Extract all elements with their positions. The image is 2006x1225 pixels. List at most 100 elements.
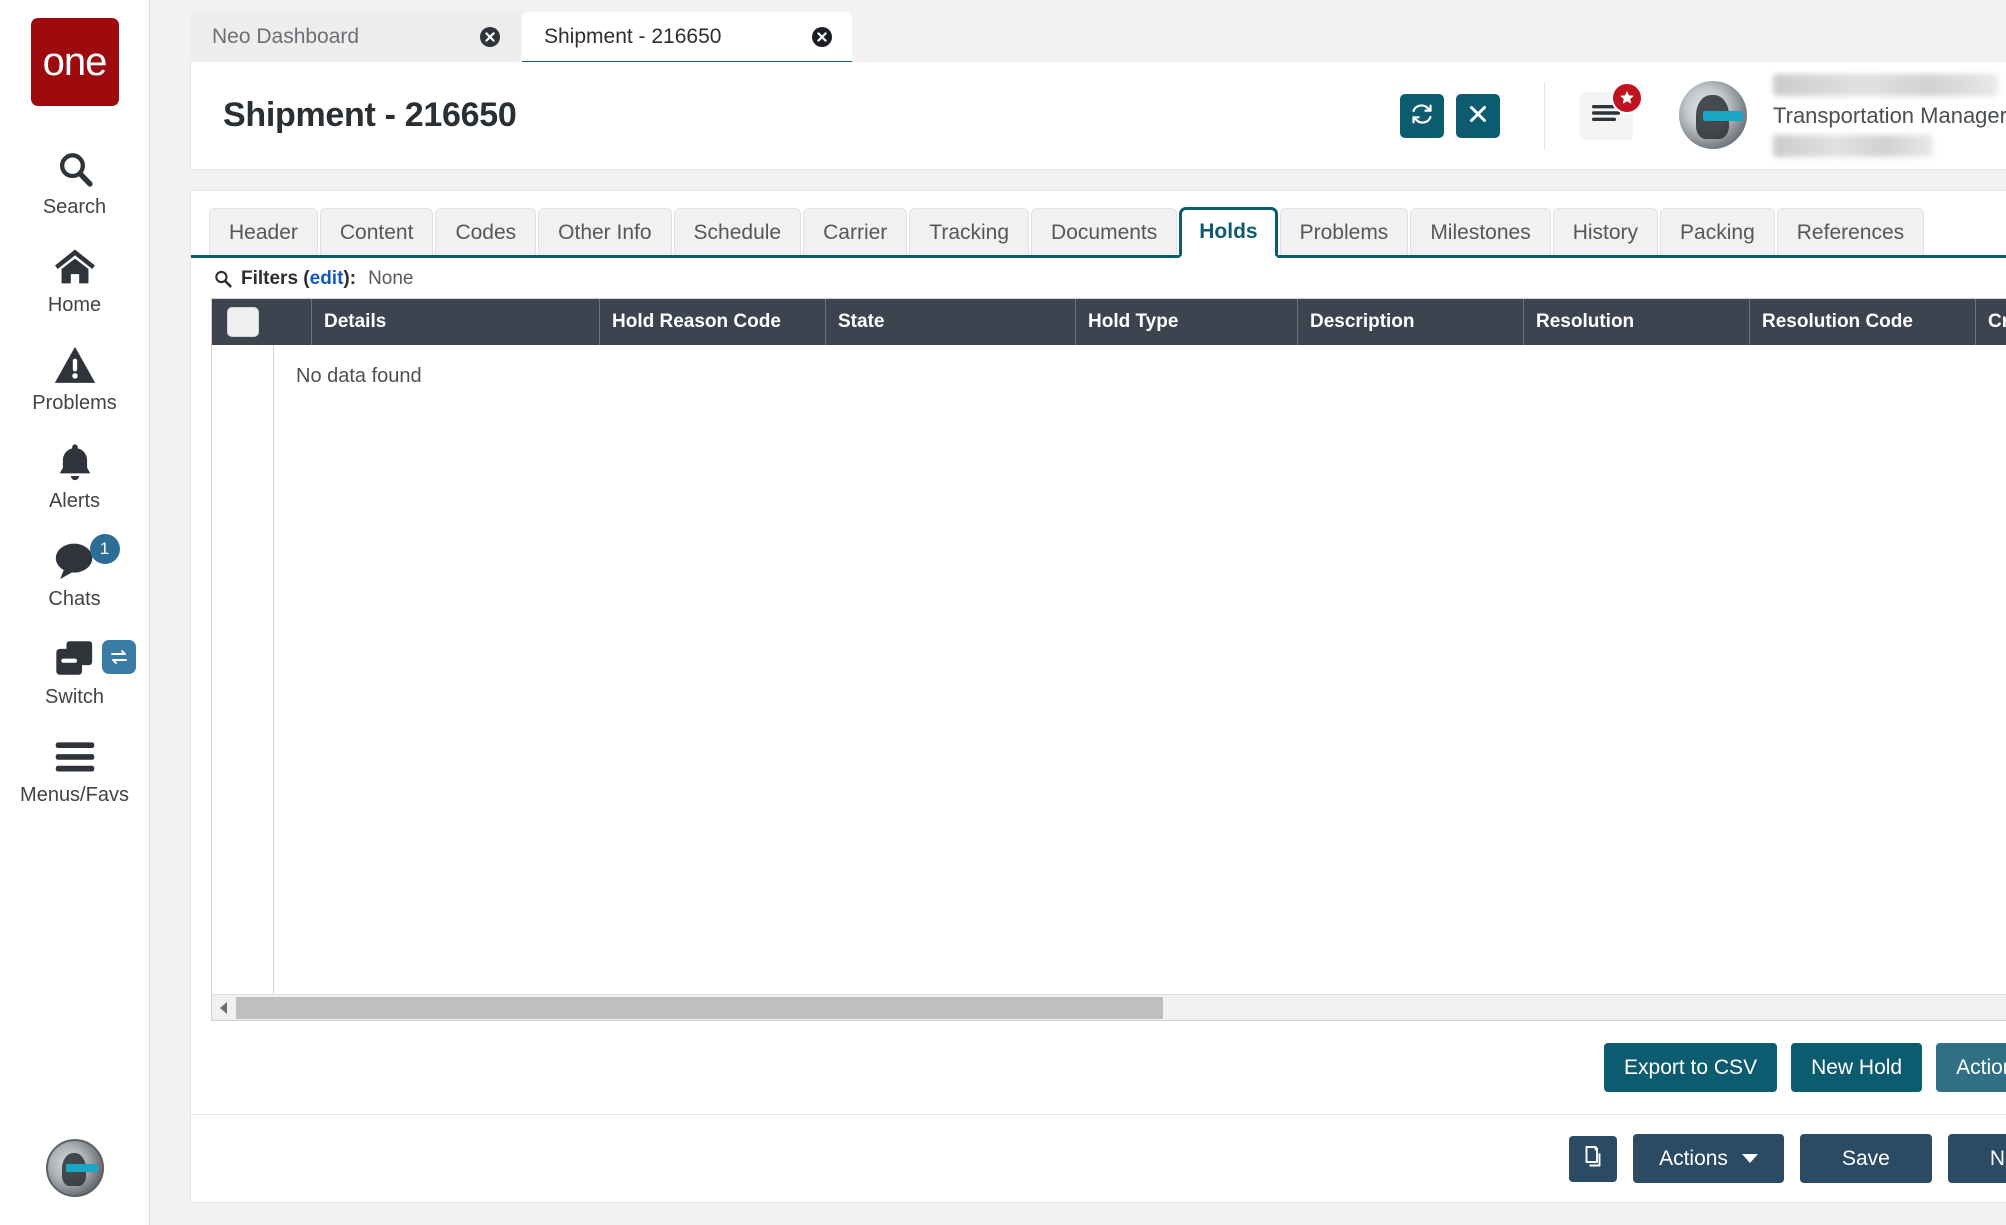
- search-icon: [55, 146, 95, 192]
- grid-column-hold-type[interactable]: Hold Type: [1076, 299, 1298, 346]
- header-divider: [1544, 81, 1545, 150]
- filters-edit-link[interactable]: edit: [310, 268, 344, 290]
- left-navigation-rail: one Search Home Problems Alerts 1 Chats …: [0, 0, 150, 1225]
- sidebar-item-label: Search: [42, 196, 107, 218]
- avatar: [1679, 81, 1747, 150]
- avatar-visor-shape: [1703, 110, 1743, 121]
- avatar-visor-shape: [65, 1163, 99, 1173]
- sidebar-item-chats[interactable]: 1 Chats: [0, 526, 149, 624]
- tab-problems[interactable]: Problems: [1279, 208, 1409, 256]
- next-button[interactable]: Next: [1947, 1134, 2006, 1183]
- tab-documents[interactable]: Documents: [1031, 208, 1178, 256]
- export-to-csv-button[interactable]: Export to CSV: [1604, 1043, 1778, 1092]
- tab-packing[interactable]: Packing: [1660, 208, 1775, 256]
- sidebar-item-switch[interactable]: Switch: [0, 624, 149, 722]
- copy-document-icon: [1582, 1145, 1604, 1173]
- tab-header[interactable]: Header: [209, 208, 318, 256]
- triangle-left-icon[interactable]: [212, 995, 236, 1021]
- workspace-tab-strip: Neo Dashboard Shipment - 216650: [150, 0, 2006, 65]
- user-profile[interactable]: Transportation Manager: [1679, 73, 2006, 158]
- grid-actions-label: Actions: [1956, 1056, 2006, 1079]
- grid-column-description[interactable]: Description: [1298, 299, 1524, 346]
- close-x-icon: [1467, 103, 1489, 128]
- refresh-button[interactable]: [1400, 93, 1444, 138]
- grid-column-resolution-code[interactable]: Resolution Code: [1750, 299, 1976, 346]
- grid-column-resolution[interactable]: Resolution: [1524, 299, 1750, 346]
- windows-stack-icon: [52, 636, 136, 682]
- tab-other-info[interactable]: Other Info: [538, 208, 672, 256]
- page-title: Shipment - 216650: [223, 96, 517, 134]
- sidebar-item-menus-favs[interactable]: Menus/Favs: [0, 722, 149, 820]
- chat-bubble-icon: 1: [52, 534, 120, 584]
- tab-content[interactable]: Content: [319, 208, 434, 256]
- footer-actions-dropdown[interactable]: Actions: [1633, 1134, 1784, 1183]
- tab-milestones[interactable]: Milestones: [1410, 208, 1551, 256]
- favorites-menu-button[interactable]: [1579, 81, 1643, 140]
- close-icon[interactable]: [810, 25, 834, 49]
- main-area: Neo Dashboard Shipment - 216650 Shipment…: [150, 0, 2006, 1225]
- sidebar-item-problems[interactable]: Problems: [0, 330, 149, 428]
- switch-arrows-icon[interactable]: [101, 640, 136, 674]
- grid-horizontal-scrollbar[interactable]: [212, 994, 2006, 1020]
- user-text-block: Transportation Manager: [1773, 73, 2006, 158]
- sidebar-item-label: Problems: [32, 392, 117, 414]
- one-network-logo[interactable]: one: [30, 18, 119, 106]
- copy-button[interactable]: [1569, 1135, 1618, 1182]
- sidebar-item-label: Menus/Favs: [20, 784, 129, 806]
- empty-state-message: No data found: [296, 365, 422, 388]
- grid-column-state[interactable]: State: [826, 299, 1076, 346]
- grid-actions-dropdown[interactable]: Actions: [1936, 1043, 2006, 1092]
- tab-codes[interactable]: Codes: [435, 208, 537, 256]
- app-root: one Search Home Problems Alerts 1 Chats …: [0, 0, 2006, 1225]
- grid-column-creation[interactable]: Creation: [1976, 299, 2006, 345]
- close-page-button[interactable]: [1456, 93, 1500, 138]
- grid-header-row: Details Hold Reason Code State Hold Type…: [212, 299, 2006, 346]
- workspace-tab-neo-dashboard[interactable]: Neo Dashboard: [190, 12, 520, 62]
- close-icon[interactable]: [478, 25, 502, 49]
- scrollbar-track[interactable]: [236, 995, 2006, 1021]
- grid-column-spacer: [274, 299, 312, 346]
- filters-value: None: [368, 268, 414, 290]
- home-icon: [53, 244, 97, 290]
- new-hold-button[interactable]: New Hold: [1791, 1043, 1923, 1092]
- tab-tracking[interactable]: Tracking: [909, 208, 1030, 256]
- search-icon: [213, 269, 233, 289]
- sidebar-item-search[interactable]: Search: [0, 134, 149, 232]
- tab-history[interactable]: History: [1552, 208, 1659, 256]
- warning-triangle-icon: [53, 342, 97, 388]
- star-icon: [1611, 81, 1643, 114]
- footer-actions-label: Actions: [1659, 1147, 1728, 1170]
- filters-label-end: ):: [343, 268, 357, 290]
- scrollbar-thumb[interactable]: [236, 996, 1164, 1019]
- tab-references[interactable]: References: [1776, 208, 1925, 256]
- workspace-tab-label: Shipment - 216650: [544, 25, 722, 48]
- content-panel: Header Content Codes Other Info Schedule…: [190, 190, 2006, 1115]
- sidebar-item-label: Home: [47, 294, 102, 316]
- select-all-cell: [212, 299, 274, 345]
- tab-schedule[interactable]: Schedule: [673, 208, 802, 256]
- grid-column-details[interactable]: Details: [312, 299, 600, 346]
- sidebar-item-label: Alerts: [48, 490, 101, 512]
- tab-carrier[interactable]: Carrier: [803, 208, 908, 256]
- sidebar-item-label: Switch: [45, 686, 104, 708]
- workspace-tab-label: Neo Dashboard: [212, 25, 360, 48]
- bell-icon: [56, 440, 94, 486]
- user-role: Transportation Manager: [1773, 102, 2006, 128]
- grid-column-hold-reason-code[interactable]: Hold Reason Code: [600, 299, 826, 346]
- chevron-down-icon: [1741, 1154, 1758, 1163]
- save-button[interactable]: Save: [1799, 1134, 1932, 1183]
- workspace-tab-shipment[interactable]: Shipment - 216650: [522, 12, 852, 65]
- sidebar-item-label: Chats: [48, 588, 101, 610]
- filters-label: Filters (: [241, 268, 310, 290]
- user-secondary-redacted: [1773, 135, 1933, 158]
- select-all-checkbox[interactable]: [227, 307, 259, 338]
- page-footer-actions: Actions Save Next: [190, 1115, 2006, 1203]
- grid-action-bar: Export to CSV New Hold Actions: [191, 1021, 2006, 1114]
- filters-bar: Filters (edit): None: [191, 258, 2006, 298]
- content-tab-bar: Header Content Codes Other Info Schedule…: [191, 191, 2006, 259]
- avatar[interactable]: [45, 1139, 104, 1197]
- tab-holds[interactable]: Holds: [1179, 207, 1278, 259]
- sidebar-item-alerts[interactable]: Alerts: [0, 428, 149, 526]
- sidebar-item-home[interactable]: Home: [0, 232, 149, 330]
- holds-grid: Details Hold Reason Code State Hold Type…: [211, 298, 2006, 1021]
